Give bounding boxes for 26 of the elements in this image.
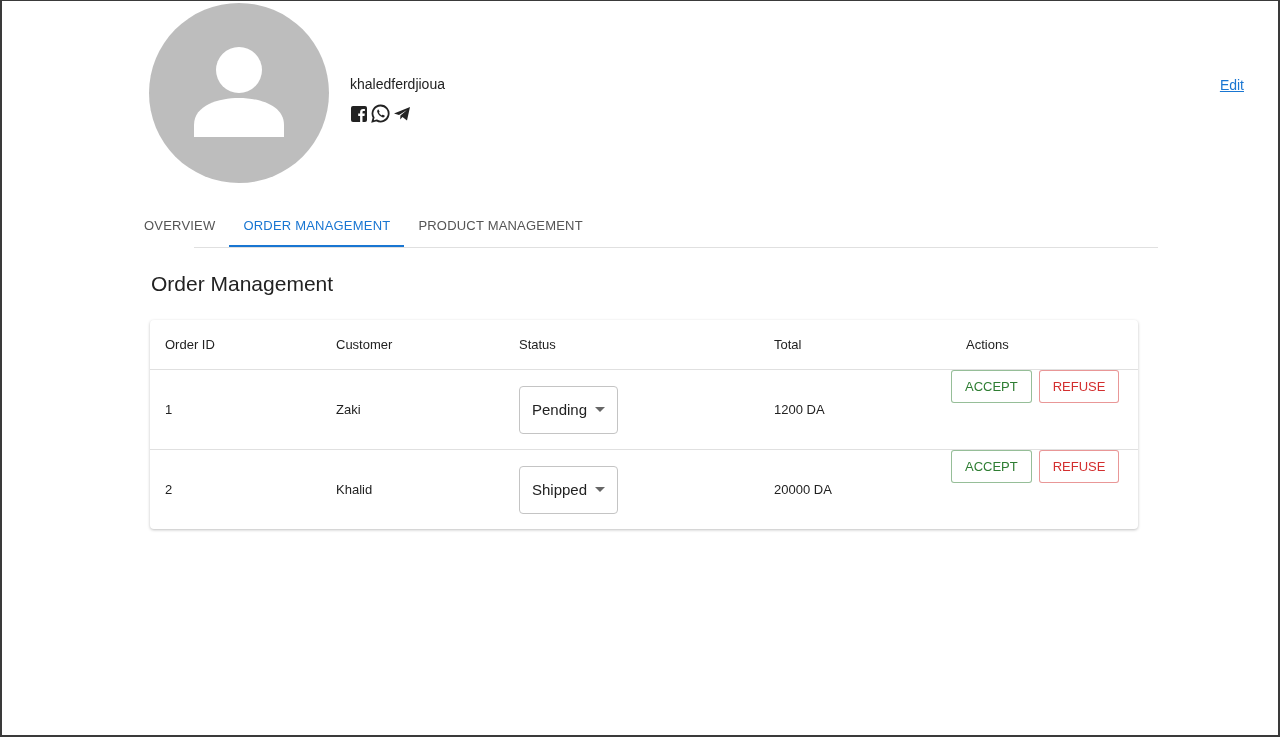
column-header: Actions bbox=[951, 320, 1138, 370]
facebook-icon[interactable] bbox=[350, 104, 368, 123]
column-header: Customer bbox=[321, 320, 504, 370]
column-header: Order ID bbox=[150, 320, 321, 370]
column-header: Status bbox=[504, 320, 759, 370]
status-dropdown[interactable]: Pending bbox=[519, 385, 619, 434]
section-title: Order Management bbox=[151, 272, 335, 296]
refuse-button[interactable]: REFUSE bbox=[1038, 370, 1120, 403]
accept-button[interactable]: ACCEPT bbox=[951, 370, 1032, 403]
column-header: Total bbox=[759, 320, 951, 370]
table-cell: Zaki bbox=[321, 369, 504, 450]
caret-icon bbox=[595, 407, 606, 412]
table-cell: 1 bbox=[150, 369, 321, 450]
edit-link[interactable]: Edit bbox=[1219, 77, 1244, 93]
refuse-button[interactable]: REFUSE bbox=[1038, 450, 1120, 483]
table-cell: 2 bbox=[150, 449, 321, 529]
username: khaledferdjioua bbox=[350, 76, 446, 92]
paper-plane-icon[interactable] bbox=[393, 104, 411, 123]
whatsapp-icon[interactable] bbox=[371, 104, 390, 123]
accept-button[interactable]: ACCEPT bbox=[951, 450, 1032, 483]
status-dropdown[interactable]: Shipped bbox=[519, 465, 619, 514]
table-cell: Khalid bbox=[321, 449, 504, 529]
tab[interactable]: PRODUCT MANAGEMENT bbox=[404, 205, 597, 247]
table-cell: 20000 DA bbox=[759, 449, 951, 529]
tab[interactable]: OVERVIEW bbox=[130, 205, 230, 247]
caret-icon bbox=[595, 487, 606, 492]
